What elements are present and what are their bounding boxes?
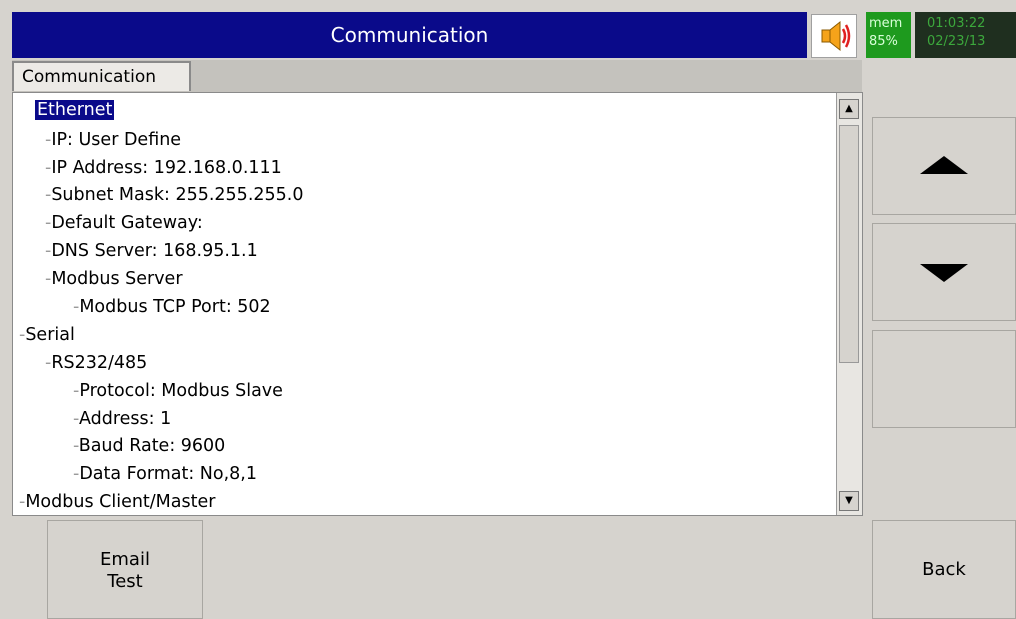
arrow-up-icon [920, 156, 968, 174]
tree-item-label: Data Format: No,8,1 [79, 464, 257, 484]
tree-item-label: Default Gateway: [51, 213, 203, 233]
mem-value: 85% [869, 34, 898, 49]
arrow-down-icon [920, 264, 968, 282]
page-title: Communication [12, 12, 807, 58]
back-label: Back [922, 559, 966, 580]
bottom-bar: Email Test Back [0, 516, 1016, 619]
email-test-label-line2: Test [107, 571, 143, 592]
clock-time: 01:03:22 [927, 16, 986, 31]
tree-item[interactable]: -Address: 1 [73, 408, 171, 430]
speaker-icon [821, 20, 851, 52]
tree-item[interactable]: -Subnet Mask: 255.255.255.0 [45, 184, 303, 206]
tree-item[interactable]: -Modbus TCP Port: 502 [73, 296, 271, 318]
tree-item-label: Modbus Client/Master [25, 492, 216, 512]
scroll-thumb[interactable] [839, 125, 859, 363]
clock-date: 02/23/13 [927, 34, 986, 49]
tree-item-label: Address: 1 [78, 409, 172, 429]
page-up-button[interactable] [872, 117, 1016, 215]
tree-item-label: Protocol: Modbus Slave [79, 381, 283, 401]
title-bar: Communication mem 85% 01:03:22 02/23/13 [0, 0, 1016, 60]
blank-button[interactable] [872, 330, 1016, 428]
tree-item[interactable]: -DNS Server: 168.95.1.1 [45, 240, 258, 262]
mem-label: mem [869, 16, 903, 31]
tree-item-ethernet[interactable]: Ethernet [35, 99, 115, 121]
tree-item-label: Baud Rate: 9600 [78, 436, 226, 456]
scroll-up-button[interactable]: ▲ [839, 99, 859, 119]
tab-communication[interactable]: Communication [12, 61, 191, 91]
tree-item-label: IP: User Define [51, 130, 182, 150]
back-button[interactable]: Back [872, 520, 1016, 619]
tree-item-label: Subnet Mask: 255.255.255.0 [51, 185, 304, 205]
tab-strip: Communication [12, 60, 862, 92]
email-test-button[interactable]: Email Test [47, 520, 203, 619]
tree-view[interactable]: Ethernet -IP: User Define -IP Address: 1… [12, 92, 863, 516]
scroll-down-button[interactable]: ▼ [839, 491, 859, 511]
tree-item-label: Modbus Server [51, 269, 183, 289]
tree-scrollbar[interactable]: ▲ ▼ [836, 93, 862, 515]
tree-item-label: IP Address: 192.168.0.111 [51, 158, 282, 178]
tree-item[interactable]: -Baud Rate: 9600 [73, 435, 225, 457]
tree-item[interactable]: -Modbus Client/Master [19, 491, 215, 513]
tree-item[interactable]: -Default Gateway: [45, 212, 203, 234]
tree-item[interactable]: -Data Format: No,8,1 [73, 463, 257, 485]
tree-item-label: RS232/485 [51, 353, 148, 373]
tree-item-label: Ethernet [35, 100, 115, 120]
tree-item[interactable]: -Serial [19, 324, 75, 346]
memory-indicator: mem 85% [866, 12, 911, 58]
tree-item[interactable]: -Modbus Server [45, 268, 183, 290]
tree-item[interactable]: -RS232/485 [45, 352, 147, 374]
tree-item[interactable]: -IP: User Define [45, 129, 181, 151]
clock: 01:03:22 02/23/13 [915, 12, 1016, 58]
email-test-label-line1: Email [100, 549, 150, 570]
tree-item[interactable]: -IP Address: 192.168.0.111 [45, 157, 282, 179]
page-down-button[interactable] [872, 223, 1016, 321]
tree-item[interactable]: -Protocol: Modbus Slave [73, 380, 283, 402]
tree-item-label: Modbus TCP Port: 502 [79, 297, 271, 317]
tree-item-label: DNS Server: 168.95.1.1 [51, 241, 258, 261]
speaker-button[interactable] [811, 14, 857, 58]
tree-item-label: Serial [25, 325, 75, 345]
